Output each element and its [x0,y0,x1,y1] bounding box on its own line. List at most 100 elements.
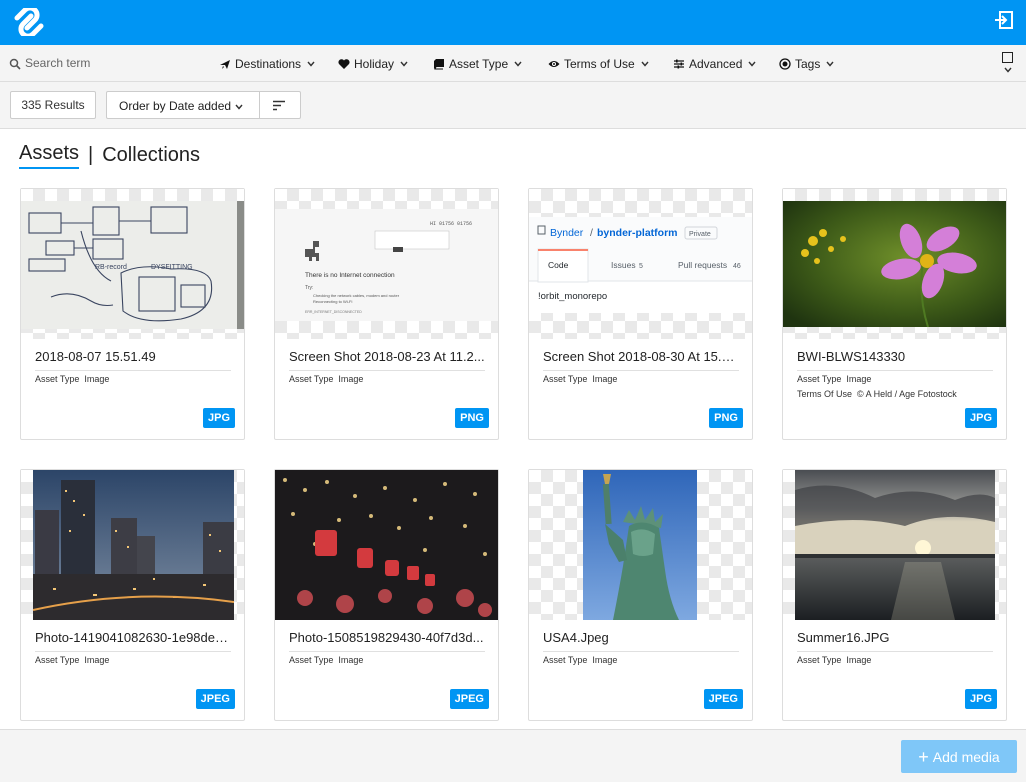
meta-key: Asset Type [543,374,588,384]
chevron-down-icon [826,61,834,67]
filter-label: Advanced [689,57,743,71]
chevron-down-icon [748,61,756,67]
file-type-badge: JPEG [195,689,235,709]
asset-title[interactable]: Photo-1419041082630-1e98deb... [35,630,231,652]
file-type-badge: JPG [202,408,235,428]
asset-type-row: Asset Type Image [543,374,617,384]
thumb-text: bynder-platform [597,227,678,239]
file-type-badge: JPEG [449,689,489,709]
meta-value: Image [846,374,872,384]
meta-value: Image [338,655,364,665]
asset-type-row: Asset Type Image [289,374,363,384]
filter-holiday[interactable]: Holiday [338,56,408,72]
meta-value: Image [84,374,110,384]
asset-title[interactable]: Screen Shot 2018-08-30 At 15.3... [543,349,739,371]
results-count: 335 Results [10,91,96,119]
order-label: Order by Date added [119,99,232,113]
add-media-button[interactable]: + Add media [901,740,1017,773]
flower-photo [783,201,1006,327]
filter-asset-type[interactable]: Asset Type [433,56,522,72]
asset-thumbnail[interactable] [783,470,1006,620]
search-input[interactable] [25,54,195,72]
thumb-text: Code [548,260,569,270]
asset-title[interactable]: USA4.Jpeg [543,630,739,652]
thumb-text: Private [689,231,711,238]
chevron-down-icon [307,61,315,67]
asset-card[interactable]: Photo-1508519829430-40f7d3d... Asset Typ… [274,469,499,721]
svg-text:DYSFITTING: DYSFITTING [151,264,193,271]
view-tabs: Assets | Collections [19,140,200,170]
thumb-text: Checking the network cables, modem and r… [313,293,400,298]
asset-title[interactable]: 2018-08-07 15.51.49 [35,349,231,371]
plus-icon: + [918,746,929,767]
asset-type-row: Asset Type Image [543,655,617,665]
book-icon [434,59,444,70]
asset-card[interactable]: HI 01756 01756 There is no Internet conn… [274,188,499,440]
meta-key: Asset Type [797,655,842,665]
tab-collections[interactable]: Collections [102,144,200,167]
svg-text:RB-record: RB-record [95,264,127,271]
asset-thumbnail[interactable] [783,189,1006,339]
filter-destinations[interactable]: Destinations [219,56,315,72]
tab-separator: | [88,143,94,166]
search-icon [9,58,21,70]
filter-label: Destinations [235,57,302,71]
asset-type-row: Asset Type Image [797,655,871,665]
terms-of-use-row: Terms Of Use © A Held / Age Fotostock [797,389,957,399]
asset-card[interactable]: Summer16.JPG Asset Type Image JPG [782,469,1007,721]
tab-assets[interactable]: Assets [19,142,80,169]
meta-key: Asset Type [543,655,588,665]
logout-icon[interactable] [994,10,1014,30]
filter-bar: Destinations Holiday Asset Type Terms of… [0,45,1026,82]
asset-thumbnail[interactable]: HI 01756 01756 There is no Internet conn… [275,189,498,339]
asset-card[interactable]: RB-record DYSFITTING 2018-08-07 15.51.49… [20,188,245,440]
asset-thumbnail[interactable]: RB-record DYSFITTING [21,189,244,339]
file-type-badge: PNG [709,408,743,428]
file-type-badge: JPEG [703,689,743,709]
asset-thumbnail[interactable]: Bynder / bynder-platform Private Code Is… [529,189,752,339]
asset-title[interactable]: Photo-1508519829430-40f7d3d... [289,630,485,652]
city-photo [33,470,234,620]
asset-title[interactable]: Summer16.JPG [797,630,993,652]
asset-card[interactable]: BWI-BLWS143330 Asset Type Image Terms Of … [782,188,1007,440]
file-type-badge: PNG [455,408,489,428]
thumb-text: Pull requests [678,260,727,270]
divider [259,92,260,118]
meta-value: Image [338,374,364,384]
asset-thumbnail[interactable] [529,470,752,620]
meta-key: Asset Type [35,655,80,665]
thumb-text: 46 [733,263,741,270]
browser-screenshot: HI 01756 01756 There is no Internet conn… [275,209,498,321]
asset-card[interactable]: USA4.Jpeg Asset Type Image JPEG [528,469,753,721]
asset-title[interactable]: Screen Shot 2018-08-23 At 11.2... [289,349,485,371]
bottom-bar: + Add media [0,729,1026,782]
thumb-text: Issues [611,260,636,270]
asset-thumbnail[interactable] [275,470,498,620]
filter-terms-of-use[interactable]: Terms of Use [548,56,649,72]
meta-value: Image [846,655,872,665]
meta-value: Image [592,374,618,384]
sort-icon[interactable] [272,100,286,111]
view-toggle-icon[interactable] [1002,52,1013,63]
svg-text:/: / [590,227,593,239]
asset-thumbnail[interactable] [21,470,244,620]
meta-value: Image [84,655,110,665]
filter-label: Asset Type [449,57,509,71]
asset-title[interactable]: BWI-BLWS143330 [797,349,993,371]
airplane-icon [220,60,230,69]
thumb-text: 5 [639,263,643,270]
asset-card[interactable]: Photo-1419041082630-1e98deb... Asset Typ… [20,469,245,721]
file-type-badge: JPG [964,408,997,428]
order-select[interactable]: Order by Date added [106,91,301,119]
whiteboard-photo: RB-record DYSFITTING [21,201,244,329]
filter-advanced[interactable]: Advanced [673,56,756,72]
filter-tags[interactable]: Tags [779,56,834,72]
asset-card[interactable]: Bynder / bynder-platform Private Code Is… [528,188,753,440]
asset-type-row: Asset Type Image [35,655,109,665]
app-logo-icon[interactable] [13,8,45,36]
filter-label: Terms of Use [564,57,635,71]
eye-icon [548,61,560,67]
file-type-badge: JPG [964,689,997,709]
chevron-down-icon[interactable] [1004,67,1012,73]
thumb-text: Try: [305,285,313,291]
